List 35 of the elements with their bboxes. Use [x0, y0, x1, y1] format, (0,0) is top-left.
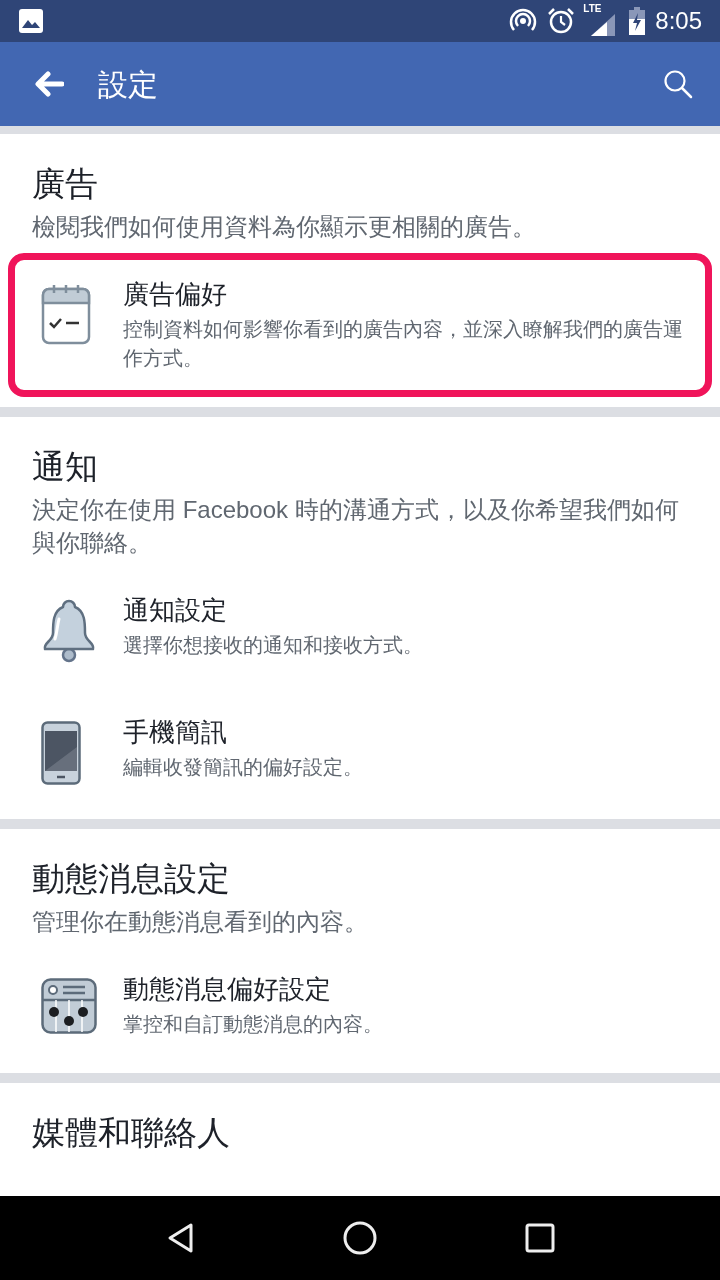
section-description: 決定你在使用 Facebook 時的溝通方式，以及你希望我們如何與你聯絡。	[31, 495, 680, 558]
battery-icon	[629, 7, 646, 35]
item-description: 選擇你想接收的通知和接收方式。	[123, 633, 424, 658]
item-title: 手機簡訊	[123, 716, 228, 749]
signal-icon	[591, 14, 616, 36]
sliders-icon	[41, 978, 97, 1034]
app-bar-title: 設定	[98, 66, 159, 103]
back-triangle-icon	[166, 1222, 194, 1254]
settings-item[interactable]: 廣告偏好 控制資料如何影響你看到的廣告內容，並深入瞭解我們的廣告運作方式。	[8, 253, 712, 397]
item-title: 廣告偏好	[123, 278, 228, 311]
section-description: 管理你在動態消息看到的內容。	[31, 907, 369, 937]
section-description: 檢閱我們如何使用資料為你顯示更相關的廣告。	[31, 212, 537, 242]
square-icon	[525, 1223, 555, 1253]
calendar-icon	[41, 283, 91, 345]
settings-item[interactable]: 手機簡訊 編輯收發簡訊的偏好設定。	[8, 691, 712, 809]
home-circle-icon	[343, 1221, 377, 1255]
settings-item[interactable]: 通知設定 選擇你想接收的通知和接收方式。	[8, 569, 712, 687]
item-description: 控制資料如何影響你看到的廣告內容，並深入瞭解我們的廣告運作方式。	[123, 317, 684, 371]
image-icon	[18, 8, 44, 34]
back-arrow-icon	[34, 71, 64, 97]
clock-time: 8:05	[655, 6, 702, 36]
section-heading: 媒體和聯絡人	[31, 1113, 231, 1153]
search-icon	[663, 69, 693, 99]
section-heading: 通知	[31, 447, 99, 487]
phone-icon	[41, 721, 81, 785]
bell-icon	[41, 599, 97, 663]
section-heading: 動態消息設定	[31, 859, 231, 899]
settings-item[interactable]: 動態消息偏好設定 掌控和自訂動態消息的內容。	[8, 948, 712, 1063]
item-title: 通知設定	[123, 594, 228, 627]
network-label: LTE	[583, 4, 602, 14]
section-heading: 廣告	[31, 164, 99, 204]
item-description: 掌控和自訂動態消息的內容。	[123, 1012, 384, 1037]
item-title: 動態消息偏好設定	[123, 973, 332, 1006]
alarm-icon	[547, 7, 576, 35]
item-description: 編輯收發簡訊的偏好設定。	[123, 755, 364, 780]
